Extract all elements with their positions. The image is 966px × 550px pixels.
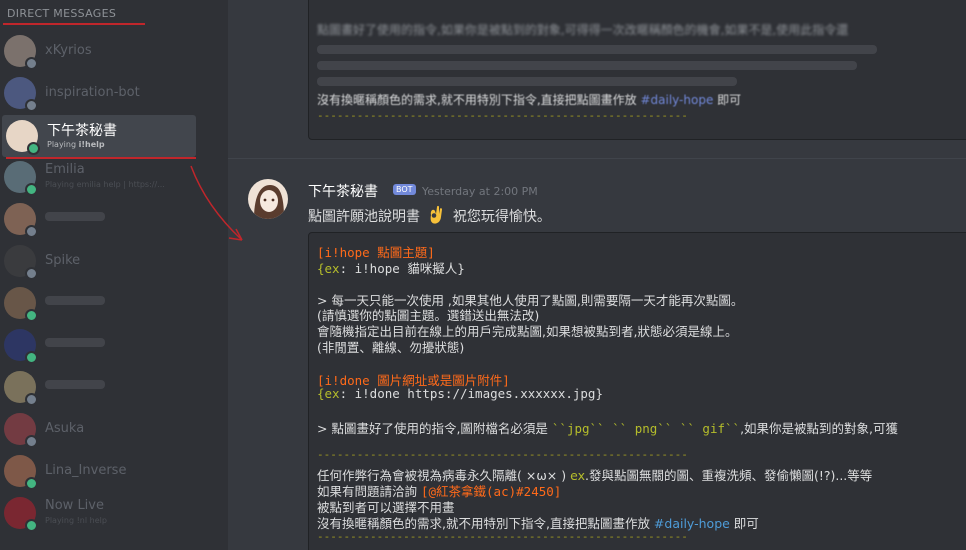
code-text: .發與點圖無關的圖、重複洗頻、發偷懶圖(!?)...等等 [584, 468, 873, 483]
code-block: [i!hope 點圖主題] {ex: i!hope 貓咪擬人} > 每一天只能一… [308, 232, 966, 550]
blurred-name [45, 380, 105, 389]
code-line-done-rule: > 點圖畫好了使用的指令,圖附檔名必須是 ``jpg`` `` png`` ``… [317, 418, 898, 437]
dm-sidebar: DIRECT MESSAGES xKyrios inspiration-bot 下午… [0, 0, 228, 550]
status-offline-icon [25, 393, 38, 406]
direct-messages-header: DIRECT MESSAGES [7, 7, 117, 20]
previous-line-text: 沒有換暱稱顏色的需求,就不用特別下指令,直接把點圖畫作放 [317, 93, 637, 107]
status-online-icon [25, 183, 38, 196]
activity-game: i!help [78, 140, 105, 149]
blurred-name [45, 338, 105, 347]
previous-codeblock: 點圖畫好了使用的指令,如果你是被點到的對象,可得得一次改暱稱顏色的機會,如果不是… [308, 0, 966, 140]
dm-activity: Playing emilia help | https://... [45, 180, 165, 189]
blurred-name [45, 212, 105, 221]
message-username[interactable]: 下午茶秘書 [308, 181, 378, 201]
dm-item[interactable]: Emilia Playing emilia help | https://... [0, 156, 200, 198]
message-text-a: 點圖許願池說明書 [308, 209, 420, 225]
blurred-line: 點圖畫好了使用的指令,如果你是被點到的對象,可得得一次改暱稱顏色的機會,如果不是… [317, 23, 849, 37]
code-text: ,如果你是被點到的對象,可獲 [740, 421, 899, 436]
dm-item[interactable]: inspiration-bot [0, 72, 200, 114]
dash-separator: ----------------------------------------… [317, 530, 688, 543]
message-timestamp: Yesterday at 2:00 PM [422, 185, 538, 198]
blurred-bar [317, 45, 877, 54]
dash-separator: ----------------------------------------… [317, 448, 688, 461]
code-line-done-example: {ex: i!done https://images.xxxxxx.jpg} [317, 386, 603, 401]
blurred-name [45, 296, 105, 305]
dm-item[interactable]: Now Live Playing !nl help [0, 492, 200, 534]
dm-name: Spike [45, 253, 81, 268]
code-keyword: ex [570, 468, 585, 483]
code-line-hope-example: {ex: i!hope 貓咪擬人} [317, 258, 465, 277]
dm-item[interactable] [0, 324, 200, 366]
dm-item[interactable]: Spike [0, 240, 200, 282]
dm-item[interactable]: 下午茶秘書 Playing i!help [2, 115, 196, 159]
dm-item[interactable] [0, 198, 200, 240]
activity-prefix: Playing [47, 140, 79, 149]
dm-name: Emilia [45, 162, 85, 177]
annotation-underline [3, 23, 145, 25]
status-online-icon [25, 477, 38, 490]
code-extensions: ``jpg`` `` png`` `` gif`` [551, 421, 741, 436]
status-online-icon [25, 351, 38, 364]
dm-name: inspiration-bot [45, 85, 140, 100]
message-text-b: 祝您玩得愉快。 [452, 209, 551, 225]
channel-mention[interactable]: #daily-hope [654, 516, 730, 531]
status-online-icon [27, 142, 40, 155]
dm-name: Lina_Inverse [45, 463, 127, 478]
dm-name: 下午茶秘書 [47, 123, 117, 139]
code-keyword: {ex [317, 261, 340, 276]
status-online-icon [25, 309, 38, 322]
dm-name: Now Live [45, 498, 104, 513]
dash-separator: ----------------------------------------… [317, 109, 688, 122]
ok-hand-emoji-icon [427, 205, 445, 225]
dm-item[interactable]: Lina_Inverse [0, 450, 200, 492]
code-text: 沒有換暱稱顏色的需求,就不用特別下指令,直接把點圖畫作放 [317, 516, 654, 531]
status-online-icon [25, 519, 38, 532]
blurred-bar [317, 77, 737, 86]
dm-activity: Playing i!help [47, 140, 105, 149]
message-divider [228, 158, 966, 159]
dm-name: Asuka [45, 421, 85, 436]
message-text: 點圖許願池說明書 祝您玩得愉快。 [308, 205, 551, 226]
dm-item[interactable]: xKyrios [0, 30, 200, 72]
dm-item[interactable]: Asuka [0, 408, 200, 450]
code-text: : i!hope 貓咪擬人} [339, 261, 465, 276]
status-offline-icon [25, 267, 38, 280]
channel-mention[interactable]: #daily-hope [640, 93, 713, 107]
chat-area: 點圖畫好了使用的指令,如果你是被點到的對象,可得得一次改暱稱顏色的機會,如果不是… [228, 0, 966, 550]
bot-tag: BOT [393, 184, 416, 195]
status-offline-icon [25, 225, 38, 238]
code-line-rule4: (非閒置、離線、勿擾狀態) [317, 340, 465, 355]
bot-avatar[interactable] [248, 179, 288, 219]
code-keyword: {ex [317, 386, 340, 401]
status-offline-icon [25, 99, 38, 112]
code-text: 即可 [729, 516, 759, 531]
previous-line-suffix: 即可 [717, 93, 742, 107]
dm-item[interactable] [0, 282, 200, 324]
dm-activity: Playing !nl help [45, 516, 107, 525]
status-offline-icon [25, 435, 38, 448]
previous-line: 沒有換暱稱顏色的需求,就不用特別下指令,直接把點圖畫作放 #daily-hope… [317, 91, 741, 108]
dm-name: xKyrios [45, 43, 92, 58]
code-text: > 點圖畫好了使用的指令,圖附檔名必須是 [317, 421, 552, 436]
blurred-bar [317, 61, 857, 70]
status-offline-icon [25, 57, 38, 70]
dm-item[interactable] [0, 366, 200, 408]
code-text: : i!done https://images.xxxxxx.jpg} [339, 386, 603, 401]
